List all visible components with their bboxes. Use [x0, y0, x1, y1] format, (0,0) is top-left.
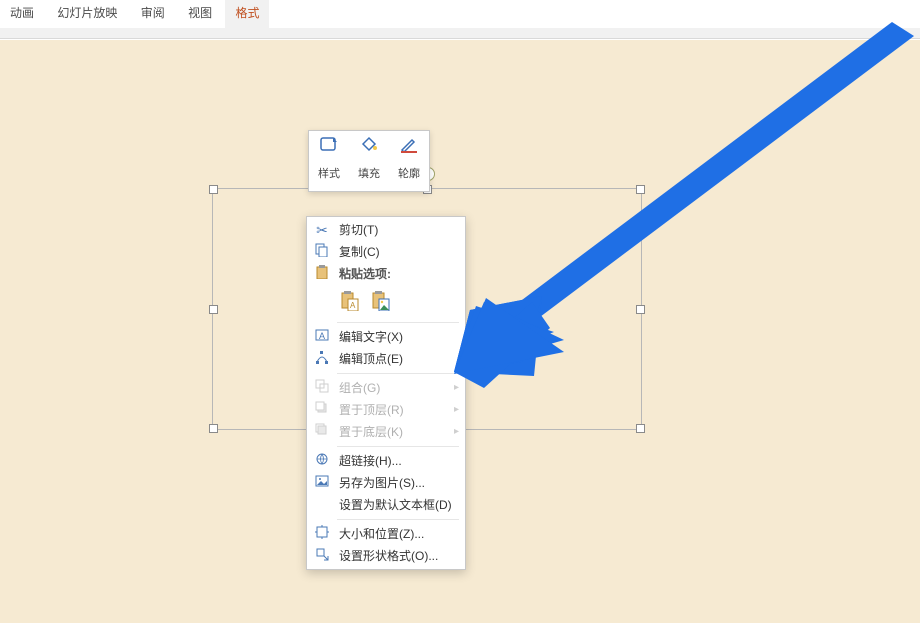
- menu-group-label: 组合(G): [339, 381, 380, 395]
- menu-size-position-label: 大小和位置(Z)...: [339, 527, 424, 541]
- menu-separator: [337, 373, 459, 374]
- fill-button[interactable]: 填充: [349, 131, 389, 189]
- menu-save-as-picture[interactable]: 另存为图片(S)...: [307, 472, 465, 494]
- menu-separator: [337, 519, 459, 520]
- menu-format-shape[interactable]: 设置形状格式(O)...: [307, 545, 465, 567]
- picture-icon: [313, 472, 331, 494]
- svg-text:A: A: [350, 301, 356, 310]
- menu-bring-front: 置于顶层(R) ▸: [307, 399, 465, 421]
- resize-handle-lm[interactable]: [209, 305, 218, 314]
- menu-format-shape-label: 设置形状格式(O)...: [339, 549, 438, 563]
- menu-separator: [337, 322, 459, 323]
- menu-hyperlink-label: 超链接(H)...: [339, 454, 402, 468]
- context-menu: ✂ 剪切(T) 复制(C) 粘贴选项: A A 编辑文字(X) 编辑顶点(E): [306, 216, 466, 570]
- menu-copy-label: 复制(C): [339, 245, 380, 259]
- menu-edit-text[interactable]: A 编辑文字(X): [307, 326, 465, 348]
- menu-cut-label: 剪切(T): [339, 223, 378, 237]
- menu-send-back-label: 置于底层(K): [339, 425, 403, 439]
- resize-handle-rm[interactable]: [636, 305, 645, 314]
- bring-front-icon: [313, 399, 331, 421]
- menu-send-back: 置于底层(K) ▸: [307, 421, 465, 443]
- menu-size-position[interactable]: 大小和位置(Z)...: [307, 523, 465, 545]
- paste-keep-source[interactable]: A: [337, 287, 363, 315]
- style-icon: [309, 131, 349, 165]
- menu-group: 组合(G) ▸: [307, 377, 465, 399]
- paste-options-row: A: [307, 285, 465, 319]
- format-shape-icon: [313, 545, 331, 567]
- menu-cut[interactable]: ✂ 剪切(T): [307, 219, 465, 241]
- hyperlink-icon: [313, 450, 331, 472]
- outline-label: 轮廓: [389, 165, 429, 181]
- clipboard-icon: [313, 263, 331, 285]
- menu-edit-points[interactable]: 编辑顶点(E): [307, 348, 465, 370]
- chevron-right-icon: ▸: [454, 377, 459, 399]
- mini-toolbar: 样式 填充 轮廓: [308, 130, 430, 192]
- svg-text:A: A: [319, 331, 325, 341]
- ribbon-strip: [0, 28, 920, 39]
- resize-handle-br[interactable]: [636, 424, 645, 433]
- menu-separator: [337, 446, 459, 447]
- style-label: 样式: [309, 165, 349, 181]
- edit-text-icon: A: [313, 326, 331, 348]
- menu-copy[interactable]: 复制(C): [307, 241, 465, 263]
- copy-icon: [313, 241, 331, 263]
- menu-edit-text-label: 编辑文字(X): [339, 330, 403, 344]
- resize-handle-tl[interactable]: [209, 185, 218, 194]
- outline-button[interactable]: 轮廓: [389, 131, 429, 189]
- resize-handle-bl[interactable]: [209, 424, 218, 433]
- menu-bring-front-label: 置于顶层(R): [339, 403, 404, 417]
- menu-paste-header: 粘贴选项:: [307, 263, 465, 285]
- send-back-icon: [313, 421, 331, 443]
- menu-hyperlink[interactable]: 超链接(H)...: [307, 450, 465, 472]
- menu-save-as-picture-label: 另存为图片(S)...: [339, 476, 425, 490]
- menu-set-default-textbox-label: 设置为默认文本框(D): [339, 498, 452, 512]
- pen-icon: [389, 131, 429, 165]
- resize-handle-tr[interactable]: [636, 185, 645, 194]
- menu-paste-header-label: 粘贴选项:: [339, 267, 391, 281]
- bucket-icon: [349, 131, 389, 165]
- edit-points-icon: [313, 348, 331, 370]
- ribbon-tabbar: 动画 幻灯片放映 审阅 视图 格式: [0, 0, 920, 28]
- menu-set-default-textbox[interactable]: 设置为默认文本框(D): [307, 494, 465, 516]
- group-icon: [313, 377, 331, 399]
- size-icon: [313, 523, 331, 545]
- menu-edit-points-label: 编辑顶点(E): [339, 352, 403, 366]
- chevron-right-icon: ▸: [454, 399, 459, 421]
- chevron-right-icon: ▸: [454, 421, 459, 443]
- scissors-icon: ✂: [313, 219, 331, 241]
- paste-as-picture[interactable]: [368, 287, 394, 315]
- fill-label: 填充: [349, 165, 389, 181]
- style-button[interactable]: 样式: [309, 131, 349, 189]
